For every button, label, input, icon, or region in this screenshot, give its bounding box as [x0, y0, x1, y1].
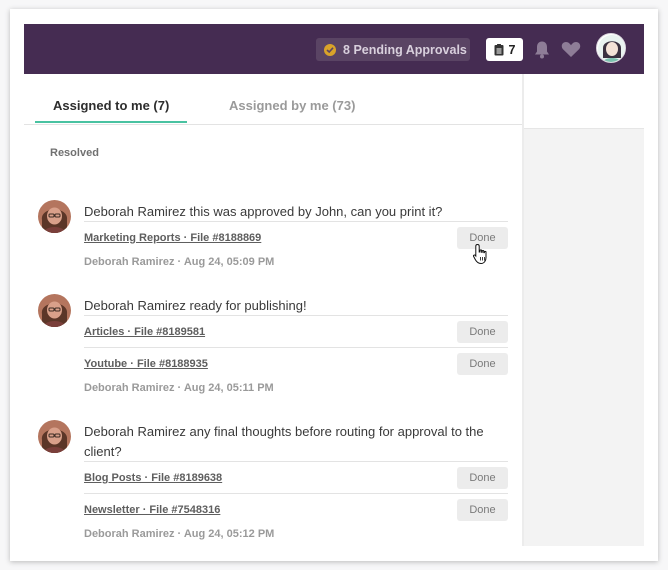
done-button[interactable]: Done — [457, 499, 508, 521]
file-link[interactable]: Youtube · File #8188935 — [84, 358, 208, 370]
comment-text: Deborah Ramirez this was approved by Joh… — [84, 204, 443, 219]
user-avatar[interactable] — [596, 33, 626, 63]
file-link[interactable]: Blog Posts · File #8189638 — [84, 472, 222, 484]
comment-meta: Deborah Ramirez · Aug 24, 05:12 PM — [84, 528, 275, 540]
comment-meta: Deborah Ramirez · Aug 24, 05:11 PM — [84, 382, 274, 394]
comment-text: Deborah Ramirez ready for publishing! — [84, 298, 307, 313]
hand-cursor-icon — [472, 243, 487, 265]
tab-assigned-to-me[interactable]: Assigned to me (7) — [53, 98, 169, 113]
avatar — [38, 294, 71, 327]
task-count: 7 — [508, 42, 516, 57]
avatar — [38, 200, 71, 233]
pending-approvals-button[interactable]: 8 Pending Approvals — [316, 38, 470, 61]
comment-meta: Deborah Ramirez · Aug 24, 05:09 PM — [84, 256, 275, 268]
bell-icon[interactable] — [533, 40, 551, 59]
pending-count: 8 — [343, 42, 350, 57]
file-row: Blog Posts · File #8189638 Done — [84, 461, 508, 493]
tab-bar: Assigned to me (7) Assigned by me (73) — [24, 74, 522, 125]
done-button[interactable]: Done — [457, 467, 508, 489]
file-row: Youtube · File #8188935 Done — [84, 347, 508, 379]
task-list-icon — [494, 43, 504, 55]
tab-assigned-by-me[interactable]: Assigned by me (73) — [229, 98, 355, 113]
file-row: Marketing Reports · File #8188869 Done — [84, 221, 508, 253]
avatar — [38, 420, 71, 453]
active-tab-indicator — [35, 121, 187, 123]
right-panel-header — [523, 74, 644, 129]
heart-icon[interactable] — [561, 41, 581, 58]
comment-text: Deborah Ramirez any final thoughts befor… — [84, 424, 484, 459]
file-link[interactable]: Articles · File #8189581 — [84, 326, 205, 338]
pending-label: Pending Approvals — [353, 42, 467, 57]
panel-divider — [522, 74, 524, 546]
tasks-button[interactable]: 7 — [486, 38, 523, 61]
right-panel — [523, 129, 644, 546]
file-link[interactable]: Newsletter · File #7548316 — [84, 504, 220, 516]
file-row: Newsletter · File #7548316 Done — [84, 493, 508, 525]
done-button[interactable]: Done — [457, 353, 508, 375]
top-bar: 8 Pending Approvals 7 — [24, 24, 644, 74]
section-label: Resolved — [50, 147, 99, 159]
file-link[interactable]: Marketing Reports · File #8188869 — [84, 232, 261, 244]
file-row: Articles · File #8189581 Done — [84, 315, 508, 347]
done-button[interactable]: Done — [457, 321, 508, 343]
check-circle-icon — [324, 43, 336, 56]
